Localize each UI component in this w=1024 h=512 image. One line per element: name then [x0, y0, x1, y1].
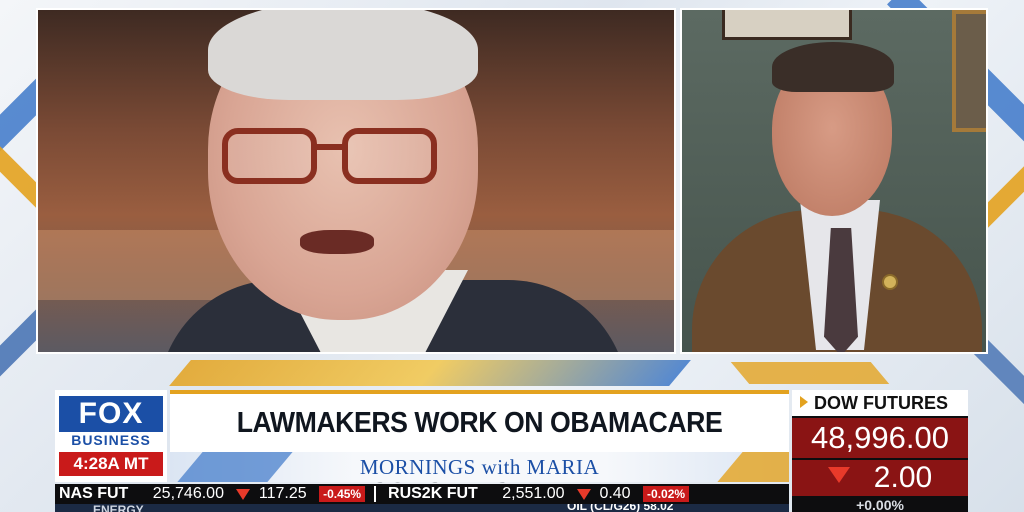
- glasses-lens: [222, 128, 317, 184]
- index-value: 48,996.00: [792, 418, 968, 458]
- logo-business-text: BUSINESS: [71, 432, 151, 448]
- index-percent: +0.00%: [792, 498, 968, 512]
- ticker-item: OIL (CL/G26) 58.02: [567, 504, 674, 512]
- glasses-lens: [342, 128, 437, 184]
- index-label-text: DOW FUTURES: [814, 393, 948, 413]
- down-arrow-icon: [827, 467, 850, 483]
- ticker-symbol: NAS FUT: [59, 485, 129, 502]
- ticker-category: ENERGY: [93, 504, 144, 512]
- index-box: DOW FUTURES 48,996.00 2.00 +0.00%: [792, 390, 968, 512]
- show-bar: MORNINGS with MARIA: [170, 452, 789, 482]
- video-panel-left: [36, 8, 676, 354]
- down-arrow-icon: [236, 489, 251, 500]
- network-logo: FOX BUSINESS 4:28A MT: [55, 390, 167, 482]
- lapel-pin-icon: [882, 274, 898, 290]
- ticker-symbol: RUS2K FUT: [388, 485, 478, 502]
- play-icon: [800, 396, 808, 408]
- speaker-mouth: [300, 230, 374, 254]
- stock-ticker: NAS FUT 25,746.00 117.25 -0.45% RUS2K FU…: [55, 484, 789, 504]
- ticker-change: 117.25: [258, 485, 307, 502]
- down-arrow-icon: [576, 489, 591, 500]
- wall-picture-frame: [722, 10, 852, 40]
- speaker-hair: [208, 10, 478, 100]
- ticker-value: 25,746.00: [152, 485, 224, 502]
- glasses-bridge: [315, 144, 345, 150]
- headline-box: LAWMAKERS WORK ON OBAMACARE SUBSIDIES DE…: [170, 390, 789, 489]
- video-panel-right: [680, 8, 988, 354]
- guest-hair: [772, 42, 894, 92]
- index-change-text: 2.00: [873, 461, 933, 494]
- logo-fox-text: FOX: [59, 396, 163, 432]
- wall-picture-frame: [952, 10, 986, 132]
- show-name: MORNINGS with MARIA: [359, 455, 600, 479]
- decor-stripe: [730, 362, 890, 384]
- ticker-value: 2,551.00: [502, 485, 565, 502]
- clock: 4:28A MT: [59, 452, 163, 476]
- ticker-percent: -0.02%: [643, 486, 690, 502]
- speaker-glasses: [222, 128, 442, 186]
- ticker-divider: [373, 486, 376, 502]
- index-label: DOW FUTURES: [792, 390, 968, 416]
- secondary-ticker: ENERGY OIL (CL/G26) 58.02: [55, 504, 789, 512]
- headline: LAWMAKERS WORK ON OBAMACARE SUBSIDIES DE…: [236, 407, 723, 489]
- index-change: 2.00: [792, 460, 968, 496]
- decor-stripe: [169, 360, 691, 386]
- ticker-percent: -0.45%: [319, 486, 366, 502]
- ticker-change: 0.40: [599, 485, 631, 502]
